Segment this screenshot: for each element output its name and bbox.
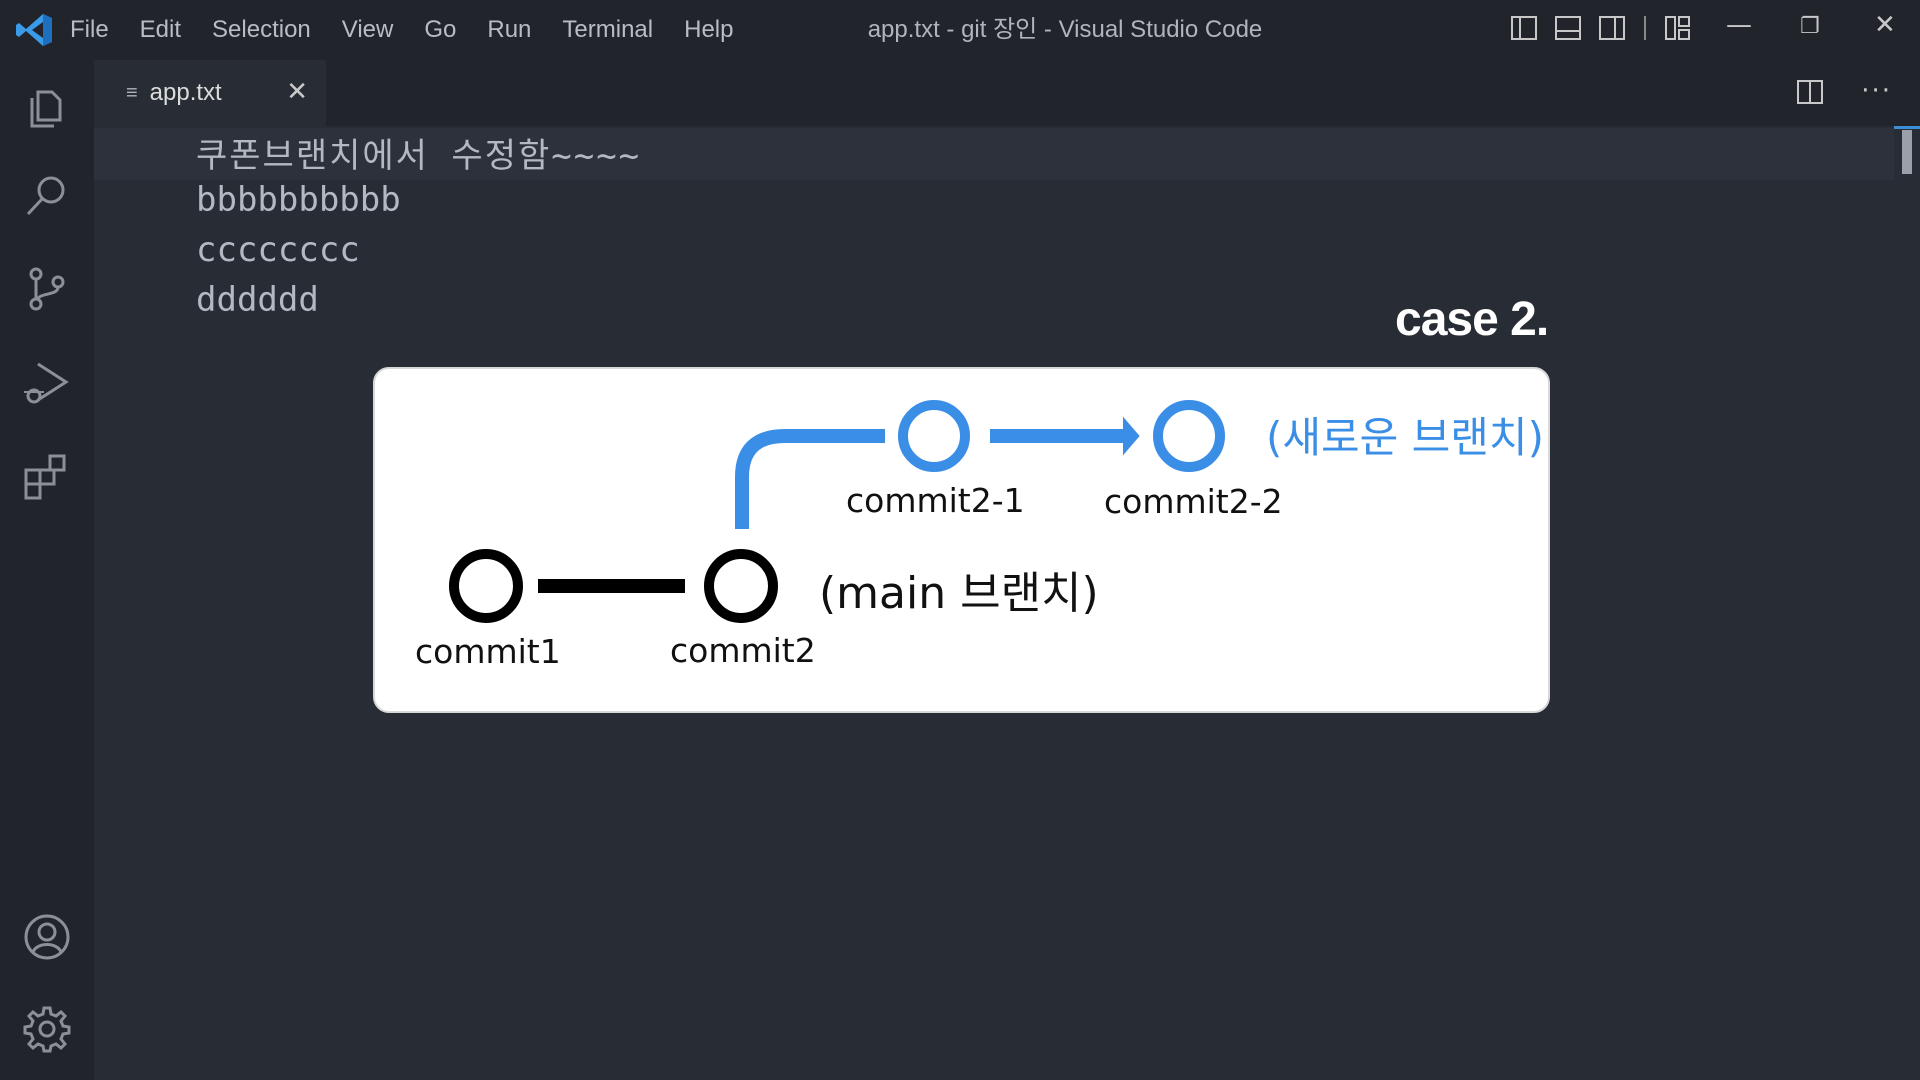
split-editor-icon[interactable]: [1795, 77, 1825, 107]
menu-selection[interactable]: Selection: [212, 16, 311, 44]
layout-controls: [1510, 14, 1708, 42]
minimize-icon[interactable]: —: [1726, 10, 1752, 40]
editor-tab-strip: ≡ app.txt ✕ ···: [94, 60, 1920, 126]
commit2-1-label: commit2-1: [846, 481, 1025, 520]
vscode-logo-icon[interactable]: [14, 12, 54, 48]
vertical-scrollbar[interactable]: [1894, 126, 1920, 1080]
arrow-head-icon: [1123, 416, 1140, 456]
commit1-node: [449, 549, 523, 623]
commit2-1-node: [898, 400, 970, 472]
separator-icon: [1644, 16, 1646, 40]
commit2-2-label: commit2-2: [1104, 482, 1283, 521]
scrollbar-top-indicator: [1894, 126, 1920, 129]
commit2-node: [704, 549, 778, 623]
run-debug-icon[interactable]: [22, 358, 72, 408]
case-label: case 2.: [1395, 293, 1549, 346]
customize-layout-icon[interactable]: [1664, 14, 1692, 42]
commit2-label: commit2: [670, 631, 816, 670]
code-line-4[interactable]: dddddd: [196, 280, 319, 320]
tab-app-txt[interactable]: ≡ app.txt ✕: [94, 60, 326, 126]
files-icon[interactable]: [22, 80, 72, 130]
menu-file[interactable]: File: [70, 16, 109, 44]
activity-bar: [0, 60, 94, 1080]
toggle-panel-icon[interactable]: [1554, 14, 1582, 42]
restore-icon[interactable]: ❐: [1800, 14, 1820, 39]
menu-go[interactable]: Go: [424, 16, 456, 44]
code-line-1[interactable]: 쿠폰브랜치에서 수정함~~~~: [196, 128, 641, 177]
extensions-icon[interactable]: [22, 452, 72, 502]
close-tab-icon[interactable]: ✕: [286, 76, 308, 107]
text-file-icon: ≡: [126, 81, 138, 104]
commit1-label: commit1: [415, 632, 561, 671]
more-actions-icon[interactable]: ···: [1861, 76, 1892, 106]
menu-terminal[interactable]: Terminal: [562, 16, 653, 44]
menu-bar: File Edit Selection View Go Run Terminal…: [70, 0, 764, 60]
menu-view[interactable]: View: [342, 16, 394, 44]
settings-gear-icon[interactable]: [22, 1004, 72, 1054]
menu-help[interactable]: Help: [684, 16, 733, 44]
scrollbar-thumb[interactable]: [1902, 130, 1912, 174]
main-branch-label: (main 브랜치): [819, 568, 1099, 619]
close-window-icon[interactable]: ✕: [1874, 10, 1896, 40]
source-control-icon[interactable]: [22, 264, 72, 314]
tab-label: app.txt: [149, 79, 222, 106]
toggle-primary-sidebar-icon[interactable]: [1510, 14, 1538, 42]
code-line-2[interactable]: bbbbbbbbbb: [196, 180, 401, 220]
menu-run[interactable]: Run: [487, 16, 531, 44]
new-branch-label: (새로운 브랜치): [1266, 413, 1544, 462]
title-bar: File Edit Selection View Go Run Terminal…: [0, 0, 1920, 60]
commit2-2-node: [1153, 400, 1225, 472]
menu-edit[interactable]: Edit: [140, 16, 181, 44]
account-icon[interactable]: [22, 912, 72, 962]
toggle-secondary-sidebar-icon[interactable]: [1598, 14, 1626, 42]
code-line-3[interactable]: cccccccc: [196, 230, 360, 270]
search-icon[interactable]: [22, 170, 72, 220]
